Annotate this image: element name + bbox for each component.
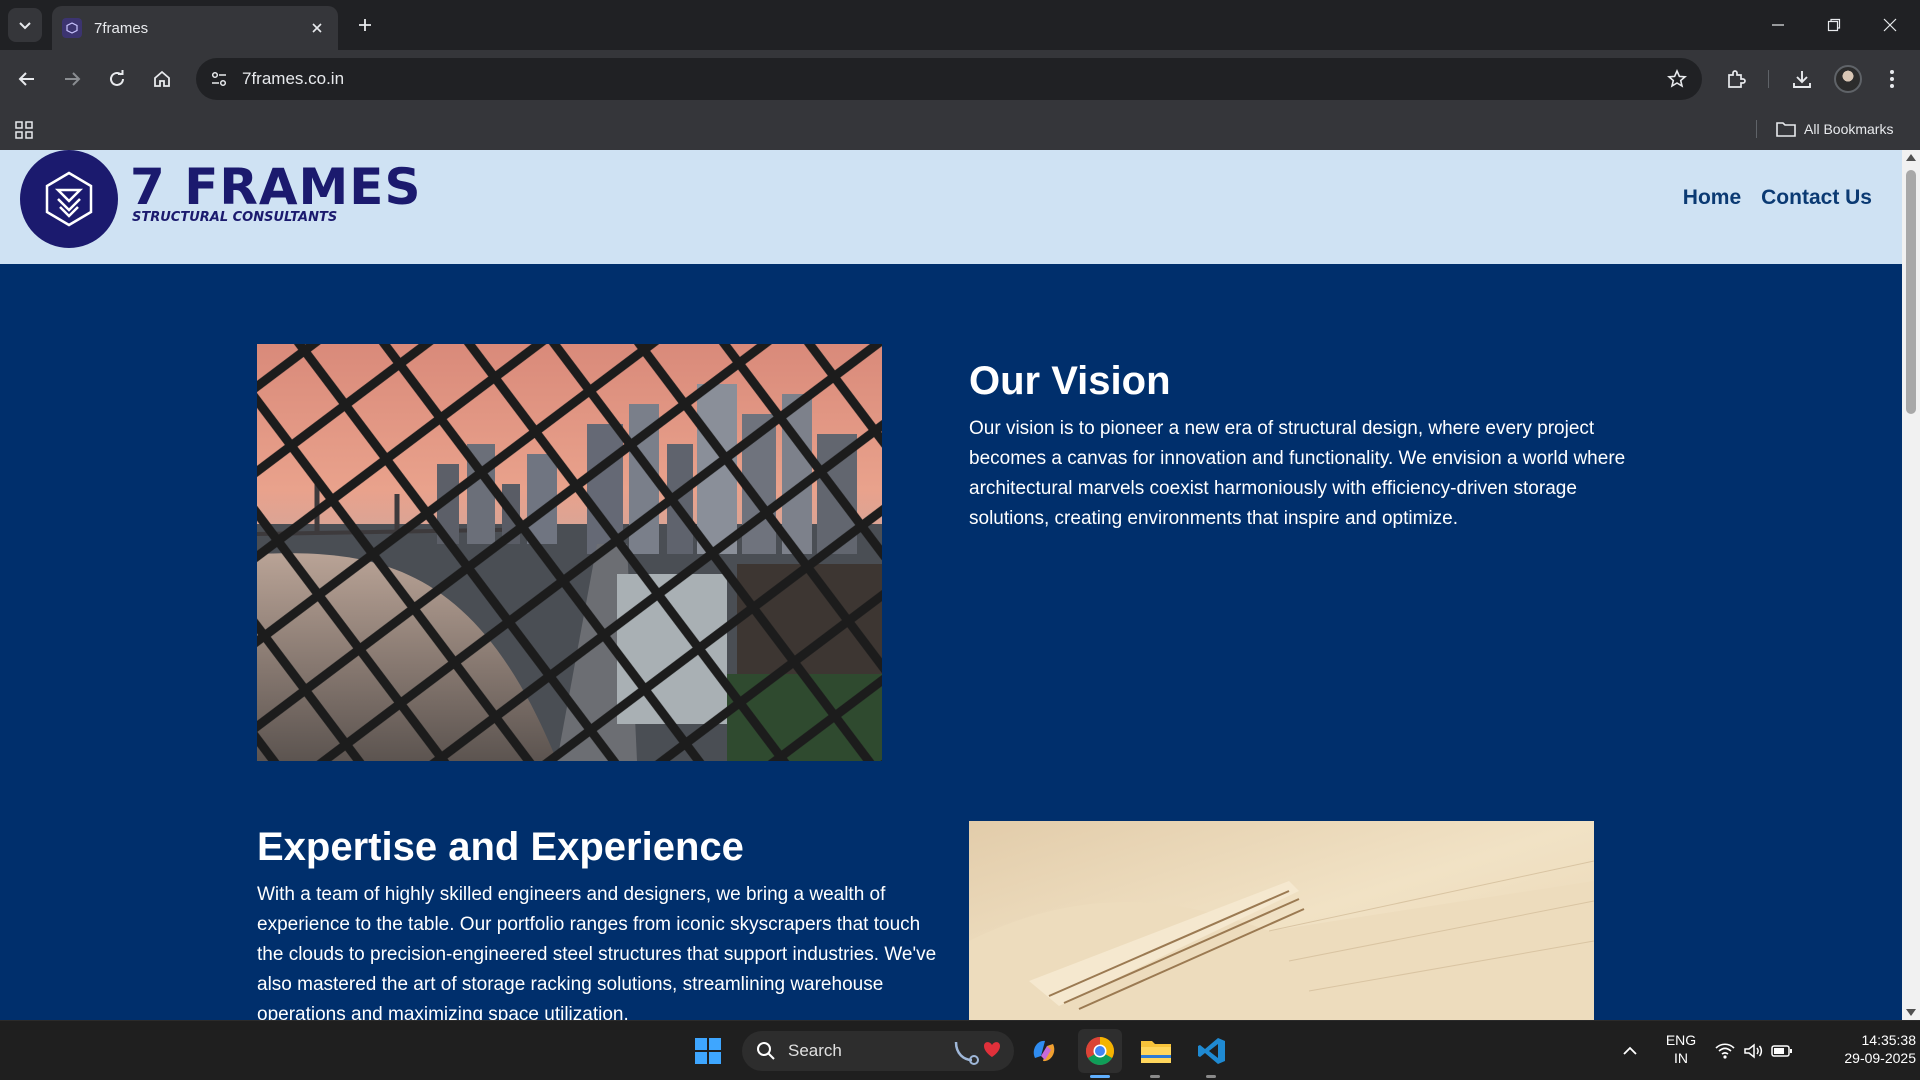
clock-time: 14:35:38 [1861, 1032, 1917, 1048]
site-header: 7 FRAMES STRUCTURAL CONSULTANTS Home Con… [0, 150, 1902, 264]
page-scrollbar[interactable] [1902, 150, 1920, 1020]
toolbar-divider [1768, 70, 1769, 88]
vscode-running-indicator [1206, 1075, 1216, 1078]
browser-tab-strip: 7frames [0, 0, 1920, 50]
forward-button[interactable] [54, 61, 90, 97]
clock-date: 29-09-2025 [1844, 1050, 1916, 1066]
all-bookmarks-button[interactable]: All Bookmarks [1776, 116, 1893, 142]
system-tray-status[interactable] [1710, 1029, 1798, 1073]
chevron-up-icon [1623, 1046, 1637, 1055]
tab-title: 7frames [94, 19, 149, 37]
chrome-app[interactable] [1078, 1029, 1122, 1073]
back-button[interactable] [9, 61, 45, 97]
chrome-icon [1086, 1037, 1114, 1065]
minimize-icon [1772, 24, 1784, 26]
page-viewport: 7 FRAMES STRUCTURAL CONSULTANTS Home Con… [0, 150, 1920, 1020]
scroll-down-arrow-icon[interactable] [1906, 1009, 1916, 1016]
copilot-app[interactable] [1022, 1029, 1066, 1073]
main-nav: Home Contact Us [1683, 186, 1872, 210]
start-button[interactable] [686, 1029, 730, 1073]
arrow-right-icon [65, 72, 81, 86]
windows-taskbar: Search ENG IN 14:35:38 29-09-2025 [0, 1020, 1920, 1080]
bookmark-star-icon[interactable] [1662, 64, 1692, 94]
reload-button[interactable] [99, 61, 135, 97]
taskbar-search-box[interactable]: Search [742, 1031, 1014, 1071]
wifi-icon [1715, 1043, 1735, 1059]
new-tab-button[interactable] [350, 10, 380, 40]
file-explorer-app[interactable] [1134, 1029, 1178, 1073]
all-bookmarks-label: All Bookmarks [1804, 121, 1894, 137]
city-skyline-image [257, 344, 882, 761]
search-icon [757, 1042, 775, 1060]
close-tab-icon[interactable] [306, 17, 328, 39]
browser-tab[interactable]: 7frames [52, 6, 338, 50]
vscode-app[interactable] [1190, 1029, 1234, 1073]
expertise-section: Expertise and Experience With a team of … [257, 822, 937, 1020]
folder-icon [1776, 122, 1796, 137]
region-code: IN [1674, 1050, 1688, 1066]
arrow-left-icon [18, 72, 34, 86]
vision-heading: Our Vision [969, 359, 1171, 403]
brand-wordmark[interactable]: 7 FRAMES STRUCTURAL CONSULTANTS [130, 160, 421, 225]
taskbar-clock[interactable]: 14:35:38 29-09-2025 [1806, 1031, 1916, 1067]
battery-icon [1771, 1045, 1792, 1057]
home-icon [154, 70, 170, 87]
site-favicon-icon [62, 18, 82, 38]
home-button[interactable] [144, 61, 180, 97]
tab-search-button[interactable] [8, 8, 42, 42]
explorer-running-indicator [1150, 1075, 1160, 1078]
reload-icon [110, 70, 124, 86]
download-icon [1793, 71, 1811, 88]
search-highlight-heart-icon [954, 1041, 1000, 1065]
restore-icon [1827, 18, 1841, 32]
scrollbar-thumb[interactable] [1906, 170, 1916, 414]
language-code: ENG [1665, 1032, 1697, 1048]
volume-icon [1744, 1043, 1763, 1059]
browser-menu-button[interactable] [1874, 61, 1910, 97]
browser-toolbar: 7frames.co.in [0, 50, 1920, 108]
vision-section: Our Vision Our vision is to pioneer a ne… [969, 356, 1649, 534]
downloads-button[interactable] [1784, 61, 1820, 97]
brand-name: 7 FRAMES [130, 158, 422, 216]
nav-home-link[interactable]: Home [1683, 186, 1741, 210]
scroll-up-arrow-icon[interactable] [1906, 154, 1916, 161]
taskbar-search-label: Search [788, 1041, 842, 1060]
site-info-icon[interactable] [204, 64, 234, 94]
more-vertical-icon [1890, 70, 1894, 88]
show-hidden-icons-button[interactable] [1612, 1029, 1648, 1073]
url-text[interactable]: 7frames.co.in [242, 69, 344, 89]
close-window-button[interactable] [1862, 0, 1918, 50]
brand-logo-icon[interactable] [20, 150, 118, 248]
expertise-text: With a team of highly skilled engineers … [257, 884, 937, 1020]
bookmarks-bar: All Bookmarks [0, 108, 1920, 150]
chrome-active-indicator [1090, 1075, 1110, 1078]
vision-text: Our vision is to pioneer a new era of st… [969, 418, 1626, 529]
input-language-indicator[interactable]: ENG IN [1660, 1031, 1702, 1067]
minimize-button[interactable] [1750, 0, 1806, 50]
plus-icon [359, 19, 371, 31]
folder-icon [1141, 1041, 1171, 1063]
windows-logo-icon [695, 1038, 721, 1064]
nav-contact-link[interactable]: Contact Us [1761, 186, 1872, 210]
copilot-icon [1033, 1040, 1055, 1062]
documents-image [969, 821, 1594, 1020]
profile-avatar[interactable] [1834, 65, 1862, 93]
address-bar[interactable]: 7frames.co.in [196, 58, 1702, 100]
puzzle-icon [1728, 70, 1746, 88]
extensions-button[interactable] [1718, 61, 1754, 97]
close-icon [1883, 18, 1897, 32]
vscode-icon [1198, 1038, 1225, 1064]
apps-grid-icon[interactable] [12, 118, 36, 142]
expertise-heading: Expertise and Experience [257, 825, 744, 869]
bookmarks-divider [1756, 120, 1757, 138]
chevron-down-icon [19, 22, 31, 30]
restore-button[interactable] [1806, 0, 1862, 50]
